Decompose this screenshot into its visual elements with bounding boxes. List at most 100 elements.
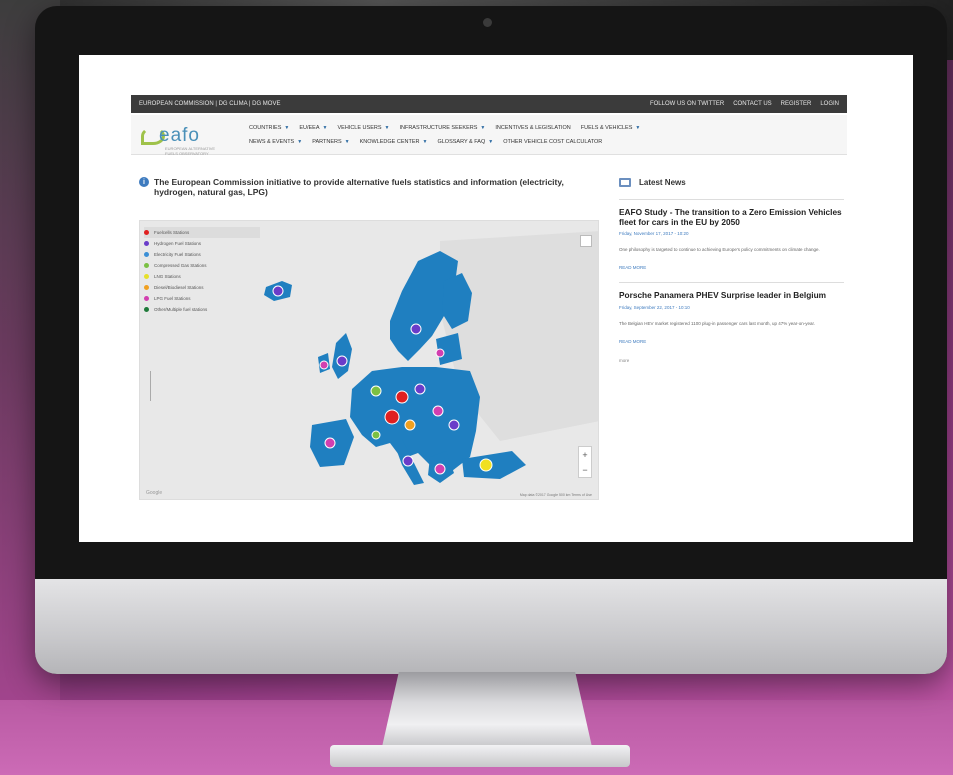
monitor-screen: EUROPEAN COMMISSION | DG CLIMA | DG MOVE…: [79, 55, 913, 542]
nav-item-knowledge[interactable]: KNOWLEDGE CENTER ▼: [360, 139, 428, 145]
map-marker[interactable]: [324, 437, 336, 449]
news-body: One philosophy is targeted to continue t…: [619, 247, 820, 253]
topbar-link-register[interactable]: REGISTER: [781, 101, 812, 107]
nav-label: INFRASTRUCTURE SEEKERS: [399, 125, 478, 131]
legend-item[interactable]: LNG Stations: [144, 271, 260, 282]
legend-item[interactable]: Hydrogen Fuel Stations: [144, 238, 260, 249]
logo-text: eafo: [159, 125, 200, 146]
map-marker[interactable]: [479, 458, 493, 472]
map-marker[interactable]: [435, 348, 445, 358]
nav-item-eu[interactable]: EU/EEA ▼: [299, 125, 327, 131]
monitor-foot: [330, 745, 630, 767]
nav-label: NEWS & EVENTS: [249, 139, 295, 145]
info-icon: i: [139, 177, 149, 187]
map-marker[interactable]: [272, 285, 284, 297]
nav-item-partners[interactable]: PARTNERS ▼: [312, 139, 349, 145]
camera-icon: [483, 18, 492, 27]
map-marker[interactable]: [410, 323, 422, 335]
zoom-in-button[interactable]: +: [582, 450, 587, 460]
intro-title: The European Commission initiative to pr…: [154, 177, 564, 197]
map-marker[interactable]: [434, 463, 446, 475]
nav-item-fuels[interactable]: FUELS & VEHICLES ▼: [581, 125, 641, 131]
nav-label: INCENTIVES & LEGISLATION: [495, 125, 571, 131]
topbar-link-login[interactable]: LOGIN: [820, 101, 839, 107]
logo-subtitle: EUROPEAN ALTERNATIVE FUELS OBSERVATORY: [165, 146, 216, 156]
zoom-control: + −: [578, 446, 592, 478]
divider: [619, 282, 844, 284]
legend-item[interactable]: Fuelcells Stations: [144, 227, 260, 238]
news-item: EAFO Study - The transition to a Zero Em…: [619, 207, 844, 270]
divider: [619, 199, 844, 200]
legend-label: Compressed Gas Stations: [154, 263, 207, 268]
read-more-link[interactable]: READ MORE: [619, 339, 844, 344]
monitor-chin: [35, 579, 947, 674]
topbar-links: FOLLOW US ON TWITTER CONTACT US REGISTER…: [650, 101, 839, 107]
map-marker[interactable]: [395, 390, 409, 404]
map-marker[interactable]: [414, 383, 426, 395]
legend-item[interactable]: Diesel/Biodiesel Stations: [144, 282, 260, 293]
nav-item-news[interactable]: NEWS & EVENTS ▼: [249, 139, 302, 145]
news-body: The Belgian HEV market registered 1100 p…: [619, 320, 816, 326]
legend-swatch: [144, 252, 149, 257]
nav-label: GLOSSARY & FAQ: [437, 139, 486, 145]
topbar-link-contact[interactable]: CONTACT US: [733, 101, 771, 107]
map-scale-icon: [150, 371, 156, 401]
fullscreen-icon[interactable]: [580, 235, 592, 247]
map-marker[interactable]: [402, 455, 414, 467]
nav-item-infrastructure[interactable]: INFRASTRUCTURE SEEKERS ▼: [399, 125, 485, 131]
topbar-link-twitter[interactable]: FOLLOW US ON TWITTER: [650, 101, 724, 107]
nav-item-calculator[interactable]: OTHER VEHICLE COST CALCULATOR: [503, 139, 602, 145]
europe-map[interactable]: Fuelcells Stations Hydrogen Fuel Station…: [139, 220, 599, 500]
main-navigation: eafo EUROPEAN ALTERNATIVE FUELS OBSERVAT…: [131, 115, 847, 156]
legend-label: Electricity Fuel Stations: [154, 252, 201, 257]
nav-item-countries[interactable]: COUNTRIES ▼: [249, 125, 289, 131]
legend-item[interactable]: LPG Fuel Stations: [144, 293, 260, 304]
chevron-down-icon: ▼: [344, 139, 350, 145]
nav-label: OTHER VEHICLE COST CALCULATOR: [503, 139, 603, 145]
newspaper-icon: [619, 177, 631, 187]
nav-item-vehicle-users[interactable]: VEHICLE USERS ▼: [337, 125, 389, 131]
legend-swatch: [144, 285, 149, 290]
nav-label: EU/EEA: [299, 125, 320, 131]
legend-item[interactable]: Electricity Fuel Stations: [144, 249, 260, 260]
monitor-stand: [382, 672, 592, 747]
nav-label: VEHICLE USERS: [337, 125, 382, 131]
chevron-down-icon: ▼: [635, 125, 641, 131]
read-more-link[interactable]: READ MORE: [619, 265, 844, 270]
news-header: Latest News: [619, 175, 844, 189]
chevron-down-icon: ▼: [297, 139, 303, 145]
chevron-down-icon: ▼: [422, 139, 428, 145]
zoom-out-button[interactable]: −: [582, 465, 587, 475]
site-topbar: EUROPEAN COMMISSION | DG CLIMA | DG MOVE…: [131, 95, 847, 113]
more-link[interactable]: more: [619, 358, 844, 363]
map-marker[interactable]: [319, 360, 329, 370]
legend-swatch: [144, 263, 149, 268]
legend-label: LNG Stations: [154, 274, 181, 279]
nav-label: KNOWLEDGE CENTER: [359, 139, 420, 145]
map-marker[interactable]: [432, 405, 444, 417]
map-marker[interactable]: [404, 419, 416, 431]
nav-item-incentives[interactable]: INCENTIVES & LEGISLATION: [495, 125, 570, 131]
map-legend: Fuelcells Stations Hydrogen Fuel Station…: [144, 227, 260, 315]
news-item: Porsche Panamera PHEV Surprise leader in…: [619, 291, 844, 344]
map-marker[interactable]: [336, 355, 348, 367]
legend-swatch: [144, 296, 149, 301]
legend-swatch: [144, 241, 149, 246]
chevron-down-icon: ▼: [322, 125, 328, 131]
legend-label: Hydrogen Fuel Stations: [154, 241, 202, 246]
legend-label: Fuelcells Stations: [154, 230, 190, 235]
map-marker[interactable]: [371, 430, 381, 440]
news-header-label: Latest News: [639, 177, 686, 187]
site-logo[interactable]: eafo EUROPEAN ALTERNATIVE FUELS OBSERVAT…: [141, 125, 221, 156]
map-marker[interactable]: [370, 385, 382, 397]
chevron-down-icon: ▼: [384, 125, 390, 131]
map-marker[interactable]: [448, 419, 460, 431]
map-marker[interactable]: [384, 409, 400, 425]
news-title[interactable]: EAFO Study - The transition to a Zero Em…: [619, 207, 844, 227]
latest-news: Latest News EAFO Study - The transition …: [619, 175, 844, 363]
nav-item-glossary[interactable]: GLOSSARY & FAQ ▼: [437, 139, 493, 145]
legend-item[interactable]: Other/Multiple fuel stations: [144, 304, 260, 315]
news-title[interactable]: Porsche Panamera PHEV Surprise leader in…: [619, 291, 844, 301]
map-attribution[interactable]: Map data ©2017 Google 500 km Terms of Us…: [520, 493, 592, 497]
legend-item[interactable]: Compressed Gas Stations: [144, 260, 260, 271]
